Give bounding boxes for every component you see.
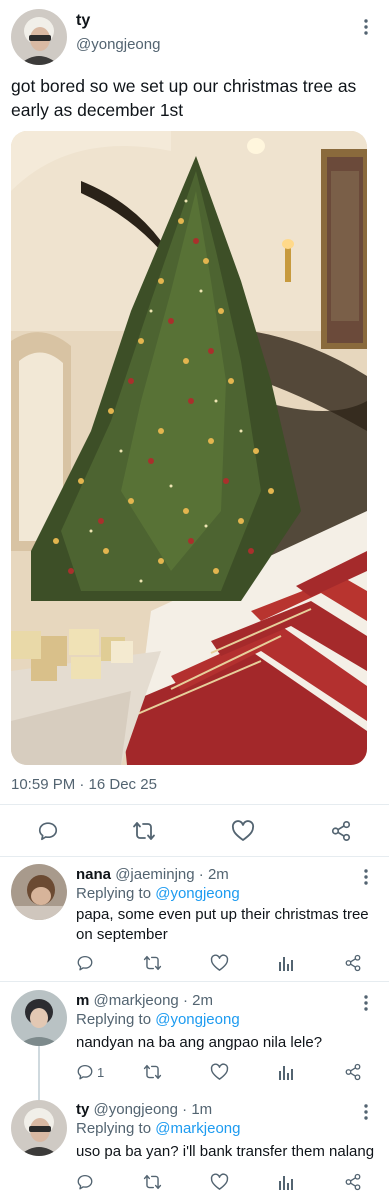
retweet-icon[interactable] [143, 1173, 162, 1191]
tweet-photo[interactable] [11, 131, 367, 765]
replying-to-mention[interactable]: @yongjeong [155, 885, 239, 902]
reply-header: ty @yongjeong · 1m [76, 1101, 212, 1118]
like-icon[interactable] [210, 1173, 229, 1191]
reply-text: uso pa ba yan? i'll bank transfer them n… [76, 1143, 375, 1160]
reply-author-handle[interactable]: @markjeong [94, 992, 179, 1009]
replying-to-label: Replying to [76, 1120, 152, 1137]
replying-to-mention[interactable]: @yongjeong [155, 1011, 239, 1028]
more-icon[interactable] [356, 866, 376, 888]
divider [0, 804, 389, 805]
reply-header: m @markjeong · 2m [76, 992, 213, 1009]
reply-author-name[interactable]: ty [76, 1101, 89, 1118]
analytics-icon[interactable] [278, 954, 294, 972]
reply-avatar[interactable] [11, 864, 67, 920]
reply-icon[interactable] [37, 820, 59, 842]
share-icon[interactable] [344, 1173, 362, 1191]
divider [0, 981, 389, 982]
replying-to-label: Replying to [76, 885, 152, 902]
reply-avatar[interactable] [11, 1100, 67, 1156]
reply-button[interactable]: 1 [76, 1063, 104, 1081]
like-icon[interactable] [210, 1063, 229, 1081]
more-icon[interactable] [356, 1101, 376, 1123]
reply-text: nandyan na ba ang angpao nila lele? [76, 1034, 323, 1051]
tweet-timestamp[interactable]: 10:59 PM · 16 Dec 25 [11, 776, 157, 793]
reply-time[interactable]: · 2m [183, 992, 213, 1009]
reply-icon[interactable] [76, 954, 94, 972]
divider [0, 856, 389, 857]
replying-to: Replying to @yongjeong [76, 1011, 240, 1028]
author-avatar[interactable] [11, 9, 67, 65]
analytics-icon[interactable] [278, 1173, 294, 1191]
share-icon[interactable] [344, 1063, 362, 1081]
replying-to: Replying to @markjeong [76, 1120, 240, 1137]
reply-author-name[interactable]: m [76, 992, 89, 1009]
reply-icon[interactable] [76, 1173, 94, 1191]
author-handle[interactable]: @yongjeong [76, 36, 160, 53]
share-icon[interactable] [330, 820, 352, 842]
analytics-icon[interactable] [278, 1063, 294, 1081]
reply-icon [76, 1063, 94, 1081]
thread-line [38, 1046, 40, 1102]
reply-avatar[interactable] [11, 990, 67, 1046]
replying-to-label: Replying to [76, 1011, 152, 1028]
reply-count: 1 [97, 1064, 105, 1080]
like-icon[interactable] [210, 954, 229, 972]
retweet-icon[interactable] [132, 820, 156, 842]
share-icon[interactable] [344, 954, 362, 972]
reply-time[interactable]: · 2m [199, 866, 229, 883]
retweet-icon[interactable] [143, 954, 162, 972]
retweet-icon[interactable] [143, 1063, 162, 1081]
reply-author-handle[interactable]: @jaeminjng [115, 866, 194, 883]
tweet-text: got bored so we set up our christmas tre… [11, 76, 357, 120]
reply-author-name[interactable]: nana [76, 866, 111, 883]
reply-text: papa, some even put up their christmas t… [76, 906, 369, 943]
reply-author-handle[interactable]: @yongjeong [94, 1101, 178, 1118]
author-name[interactable]: ty [76, 12, 90, 30]
more-icon[interactable] [356, 16, 376, 38]
like-icon[interactable] [231, 820, 255, 842]
replying-to-mention[interactable]: @markjeong [155, 1120, 240, 1137]
reply-header: nana @jaeminjng · 2m [76, 866, 229, 883]
reply-time[interactable]: · 1m [182, 1101, 212, 1118]
more-icon[interactable] [356, 992, 376, 1014]
replying-to: Replying to @yongjeong [76, 885, 240, 902]
